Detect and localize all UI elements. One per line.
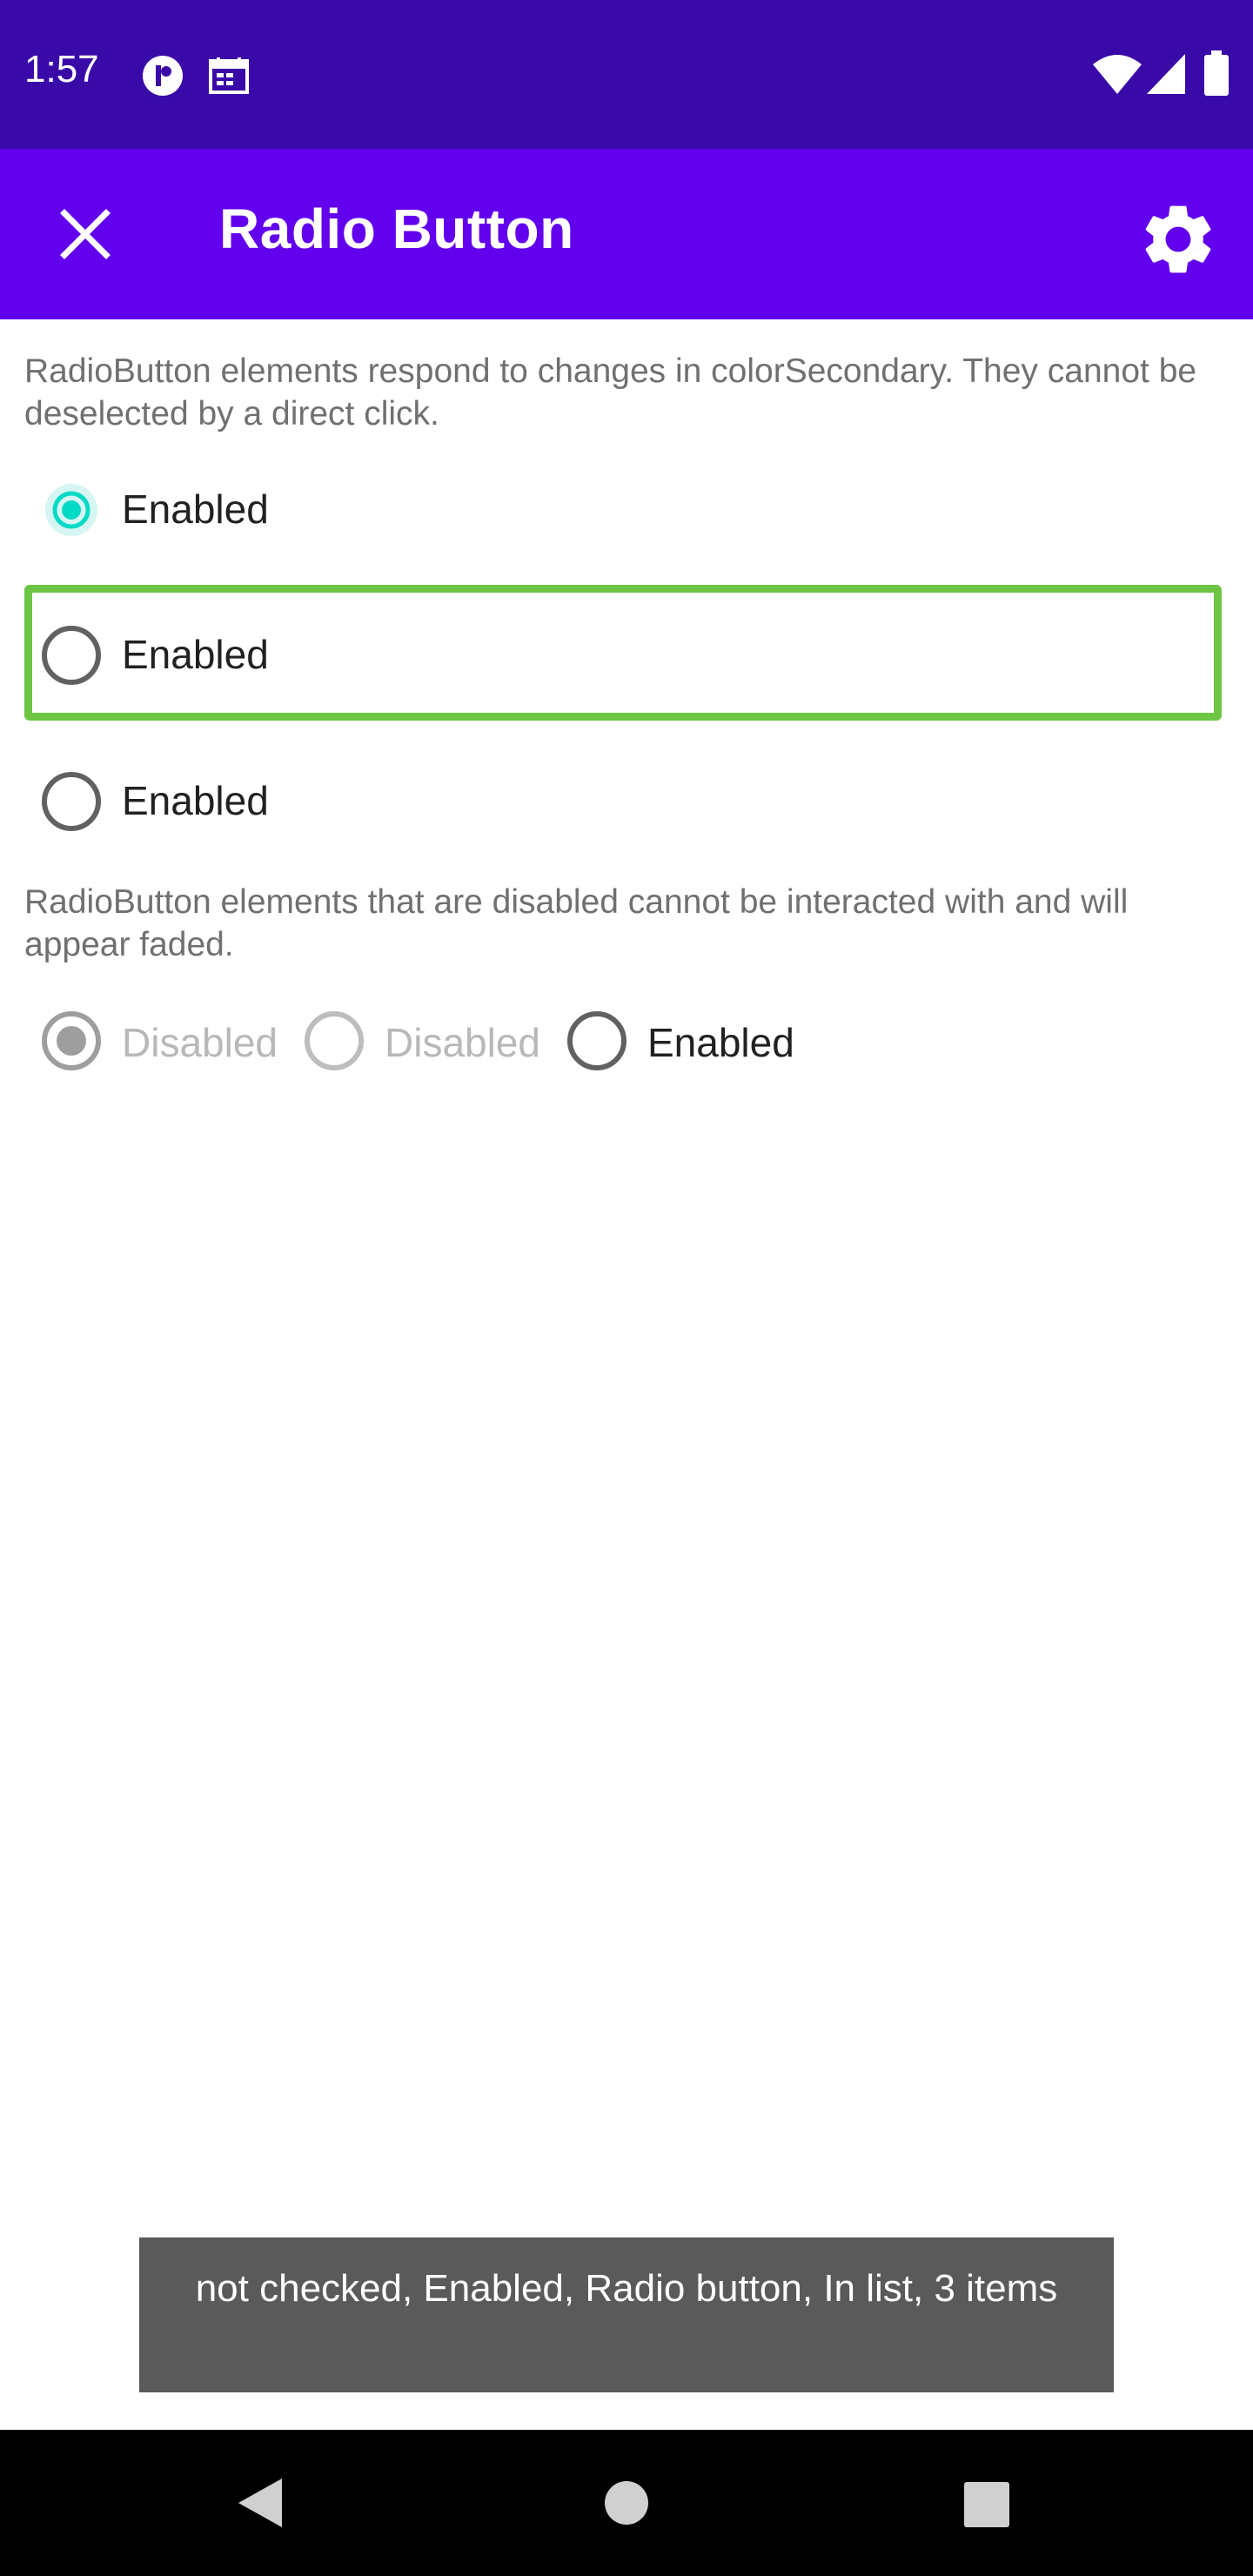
navigation-bar: [0, 2430, 1253, 2576]
recents-icon[interactable]: [964, 2482, 1009, 2527]
status-bar: 1:57: [0, 0, 1253, 149]
radio-enabled-checked[interactable]: Enabled: [24, 461, 372, 559]
app-bar: Radio Button: [0, 149, 1253, 319]
radio-label: Enabled: [647, 1020, 794, 1065]
radio-label: Disabled: [385, 1020, 540, 1065]
radio-enabled-unchecked[interactable]: Enabled: [24, 753, 372, 850]
home-icon[interactable]: [604, 2480, 649, 2526]
radio-label: Enabled: [122, 486, 269, 532]
radio-unchecked-icon: [42, 772, 101, 831]
radio-unchecked-icon: [567, 1011, 626, 1070]
accessibility-toast: not checked, Enabled, Radio button, In l…: [139, 2237, 1114, 2392]
radio-label: Enabled: [122, 778, 269, 823]
radio-enabled-unchecked-focused[interactable]: Enabled: [24, 607, 1208, 704]
settings-button[interactable]: [1136, 198, 1220, 281]
calendar-icon: [209, 57, 249, 94]
radio-checked-icon: [45, 484, 97, 536]
page-title: Radio Button: [219, 198, 574, 260]
radio-disabled-checked: Disabled: [24, 997, 285, 1084]
radio-unchecked-icon: [42, 626, 101, 685]
radio-unchecked-disabled-icon: [305, 1011, 364, 1070]
close-button[interactable]: [44, 192, 127, 276]
radio-checked-disabled-icon: [42, 1011, 101, 1070]
radio-disabled-unchecked: Disabled: [287, 997, 548, 1084]
battery-icon: [1204, 50, 1229, 96]
radio-label: Disabled: [122, 1020, 278, 1065]
status-time: 1:57: [24, 48, 99, 91]
media-icon: [143, 56, 183, 96]
close-icon: [60, 209, 111, 259]
section2-description: RadioButton elements that are disabled c…: [24, 883, 1129, 963]
gear-icon: [1145, 205, 1211, 273]
section1-description: RadioButton elements respond to changes …: [24, 352, 1197, 433]
signal-icon: [1147, 54, 1185, 94]
radio-enabled-inline[interactable]: Enabled: [550, 997, 811, 1084]
back-icon[interactable]: [233, 2475, 285, 2531]
wifi-icon: [1093, 55, 1142, 94]
radio-label: Enabled: [122, 632, 269, 677]
